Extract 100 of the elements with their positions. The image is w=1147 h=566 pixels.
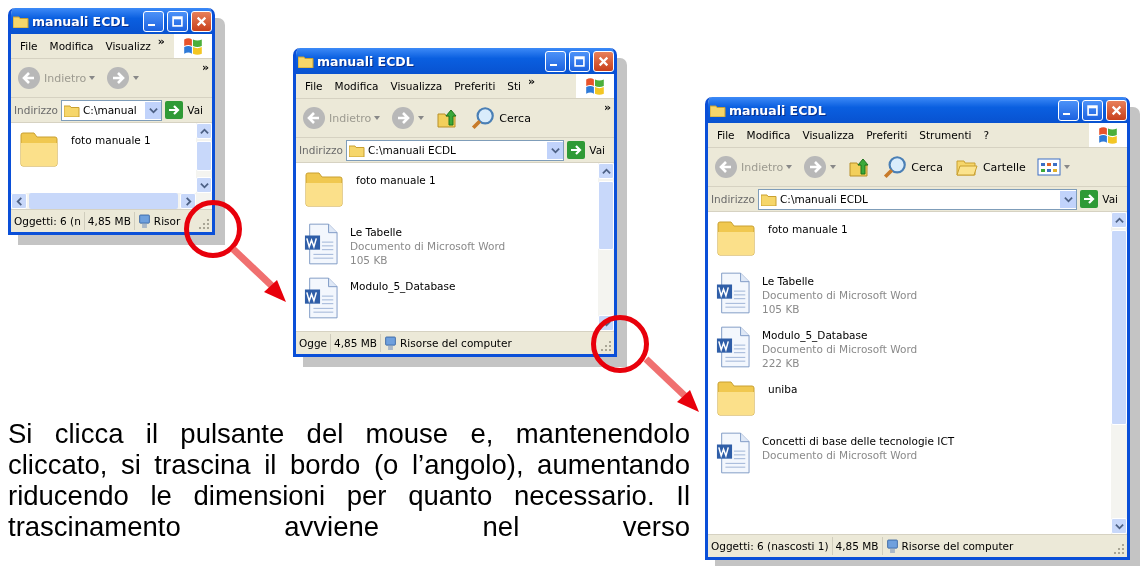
- menu-item[interactable]: Strumenti: [914, 127, 977, 143]
- menu-item[interactable]: Preferiti: [861, 127, 913, 143]
- flag-logo-icon: [174, 34, 212, 58]
- folder-entry[interactable]: Modulo_5_Database: [304, 277, 594, 319]
- resize-grip-icon[interactable]: [198, 218, 210, 230]
- file-detail: Documento di Microsoft Word: [762, 288, 918, 302]
- menu-item[interactable]: File: [712, 127, 740, 143]
- go-button[interactable]: Vai: [165, 101, 209, 119]
- menu-item[interactable]: Visualizz: [100, 38, 156, 54]
- minimize-icon: [550, 64, 557, 66]
- menu-item[interactable]: Modifica: [741, 127, 796, 143]
- folder-icon: [13, 14, 29, 28]
- folder-entry[interactable]: uniba: [716, 380, 1107, 422]
- vertical-scrollbar[interactable]: [598, 163, 614, 331]
- caret-icon: [786, 165, 793, 169]
- minimize-button[interactable]: [143, 10, 164, 32]
- more-chevron[interactable]: »: [603, 101, 611, 114]
- folder-entry[interactable]: Concetti di base delle tecnologie ICT Documento di Microsoft Word: [716, 432, 1107, 474]
- folder-entry[interactable]: Le Tabelle Documento di Microsoft Word 105 KB: [304, 223, 594, 267]
- folder-icon: [761, 192, 777, 206]
- address-field[interactable]: C:\manuali ECDL: [346, 139, 565, 161]
- maximize-icon: [172, 15, 183, 27]
- file-detail: Documento di Microsoft Word: [762, 448, 919, 462]
- vertical-scrollbar[interactable]: [196, 123, 212, 193]
- address-field[interactable]: C:\manuali ECDL: [758, 188, 1078, 210]
- scroll-left-icon: [14, 196, 24, 206]
- flag-logo-icon: [576, 74, 614, 98]
- menu-item[interactable]: ?: [978, 127, 995, 143]
- more-chevron[interactable]: »: [528, 75, 536, 88]
- search-button[interactable]: Cerca: [879, 152, 946, 182]
- views-icon: [1036, 157, 1061, 177]
- folder-icon: [304, 171, 344, 207]
- resize-grip-icon[interactable]: [600, 340, 612, 352]
- go-button[interactable]: Vai: [567, 141, 611, 159]
- window-title: manuali ECDL: [317, 53, 414, 69]
- more-chevron[interactable]: »: [157, 35, 165, 48]
- more-chevron[interactable]: »: [201, 61, 209, 74]
- folder-icon: [298, 54, 314, 68]
- dropdown-button[interactable]: [547, 141, 564, 159]
- menu-item[interactable]: Visualizza: [797, 127, 860, 143]
- caret-icon: [1063, 165, 1070, 169]
- search-button[interactable]: Cerca: [467, 103, 534, 133]
- horizontal-scrollbar[interactable]: [11, 193, 212, 209]
- dropdown-button[interactable]: [1060, 190, 1077, 208]
- folder-entry[interactable]: Modulo_5_Database Documento di Microsoft Word 222 KB: [716, 326, 1107, 370]
- vertical-scrollbar[interactable]: [1111, 212, 1127, 534]
- caret-icon: [89, 76, 96, 80]
- folder-entry[interactable]: Le Tabelle Documento di Microsoft Word 105 KB: [716, 272, 1107, 316]
- close-button[interactable]: [191, 10, 212, 32]
- minimize-icon: [1063, 113, 1070, 115]
- status-text: 4,85 MB: [832, 537, 883, 555]
- search-icon: [882, 154, 909, 180]
- maximize-button[interactable]: [167, 10, 188, 32]
- address-field[interactable]: C:\manual: [61, 99, 163, 121]
- folder-entry[interactable]: foto manuale 1: [304, 171, 594, 213]
- dropdown-button[interactable]: [145, 101, 162, 119]
- scroll-up-icon: [601, 166, 611, 176]
- caret-icon: [374, 116, 381, 120]
- minimize-button[interactable]: [545, 50, 566, 72]
- close-icon: [1111, 104, 1122, 116]
- menu-item[interactable]: Preferiti: [449, 78, 501, 94]
- window-title: manuali ECDL: [729, 102, 826, 118]
- file-name: foto manuale 1: [768, 222, 848, 236]
- highlight-circle: [184, 200, 242, 258]
- folder-icon: [349, 143, 365, 157]
- folders-button[interactable]: Cartelle: [950, 153, 1029, 181]
- pointer-arrow: [643, 356, 701, 414]
- status-text: Oggetti: 6 (nascosti 1): [708, 537, 833, 555]
- maximize-button[interactable]: [569, 50, 590, 72]
- pointer-arrow: [230, 246, 288, 304]
- file-name: Le Tabelle: [762, 274, 815, 288]
- menu-item[interactable]: File: [15, 38, 43, 54]
- menu-item[interactable]: Modifica: [329, 78, 384, 94]
- chevron-down-icon: [550, 145, 560, 155]
- file-name: Modulo_5_Database: [350, 279, 456, 293]
- go-button[interactable]: Vai: [1080, 190, 1124, 208]
- scroll-down-icon: [199, 180, 209, 190]
- close-button[interactable]: [593, 50, 614, 72]
- menu-item[interactable]: File: [300, 78, 328, 94]
- status-text: 4,85 MB: [84, 212, 135, 230]
- resize-grip-icon[interactable]: [1113, 543, 1125, 555]
- status-text: Risorse del computer: [400, 337, 512, 349]
- file-name: Le Tabelle: [350, 225, 403, 239]
- document-icon: [304, 277, 338, 319]
- close-icon: [196, 15, 207, 27]
- menu-item[interactable]: Visualizza: [385, 78, 448, 94]
- scroll-right-icon: [183, 196, 193, 206]
- scroll-down-icon: [1114, 521, 1124, 531]
- menu-item[interactable]: Modifica: [44, 38, 99, 54]
- minimize-button[interactable]: [1058, 99, 1079, 121]
- caret-icon: [133, 76, 140, 80]
- address-label: Indirizzo: [711, 193, 755, 205]
- instruction-paragraph: Si clicca il pulsante del mouse e, mantenendolo cliccato, si trascina il bordo (o l’angolo), aumentando riducendo le dimensioni per quanto necessario. Il trascinamento avviene nel verso: [8, 418, 690, 542]
- folder-entry[interactable]: foto manuale 1: [716, 220, 1107, 262]
- close-button[interactable]: [1106, 99, 1127, 121]
- maximize-button[interactable]: [1082, 99, 1103, 121]
- folder-entry[interactable]: foto manuale 1: [19, 131, 192, 173]
- computer-icon: [384, 335, 398, 351]
- menu-item[interactable]: Sti: [502, 78, 527, 94]
- flag-logo-icon: [1089, 123, 1127, 147]
